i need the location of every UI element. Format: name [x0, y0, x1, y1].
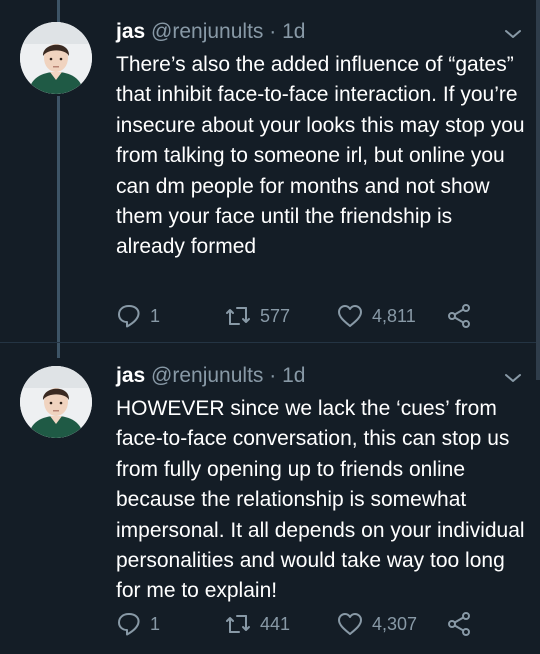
timestamp[interactable]: · 1d — [269, 364, 305, 387]
retweet-icon — [226, 615, 250, 633]
tweet-1[interactable]: jas @renjunults · 1d There’s also the ad… — [0, 20, 540, 352]
avatar[interactable] — [20, 22, 92, 94]
retweet-icon — [226, 307, 250, 325]
timestamp[interactable]: · 1d — [269, 20, 305, 43]
reply-icon — [118, 613, 140, 636]
like-button[interactable]: 4,811 — [336, 301, 416, 331]
scrollbar[interactable] — [536, 0, 540, 380]
share-icon — [448, 304, 470, 328]
reply-count: 1 — [150, 613, 161, 634]
heart-icon — [338, 305, 362, 327]
tweet-2[interactable]: jas @renjunults · 1d HOWEVER since we la… — [0, 364, 540, 654]
retweet-button[interactable]: 577 — [224, 301, 290, 331]
like-count: 4,811 — [372, 305, 416, 326]
tweet-actions: 1 577 4,811 — [116, 301, 536, 331]
tweet-header: jas @renjunults · 1d — [116, 16, 305, 48]
username[interactable]: @renjunults — [151, 20, 263, 43]
thread-line-top — [57, 0, 60, 22]
chevron-down-icon[interactable] — [502, 370, 524, 386]
tweet-text: HOWEVER since we lack the ‘cues’ from fa… — [116, 397, 525, 603]
heart-icon — [338, 613, 362, 635]
avatar[interactable] — [20, 366, 92, 438]
share-button[interactable] — [446, 301, 472, 331]
reply-button[interactable]: 1 — [116, 301, 160, 331]
share-icon — [448, 612, 470, 636]
reply-count: 1 — [150, 305, 161, 326]
display-name[interactable]: jas — [116, 20, 145, 43]
like-button[interactable]: 4,307 — [336, 609, 417, 639]
display-name[interactable]: jas — [116, 364, 145, 387]
tweet-header: jas @renjunults · 1d — [116, 360, 305, 392]
retweet-count: 577 — [260, 305, 291, 326]
tweet-text: There’s also the added influence of “gat… — [116, 53, 525, 259]
like-count: 4,307 — [372, 613, 418, 634]
tweet-actions: 1 441 4,307 — [116, 609, 536, 639]
username[interactable]: @renjunults — [151, 364, 263, 387]
reply-button[interactable]: 1 — [116, 609, 160, 639]
retweet-button[interactable]: 441 — [224, 609, 290, 639]
share-button[interactable] — [446, 609, 472, 639]
chevron-down-icon[interactable] — [502, 26, 524, 42]
tweet-divider — [0, 342, 540, 343]
retweet-count: 441 — [260, 613, 291, 634]
reply-icon — [118, 305, 140, 328]
